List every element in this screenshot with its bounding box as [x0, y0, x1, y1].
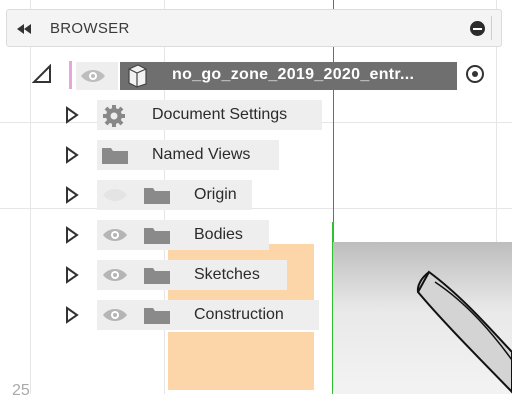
root-component-label: no_go_zone_2019_2020_entr... [172, 66, 415, 83]
eye-icon[interactable] [102, 307, 128, 323]
eye-icon[interactable] [102, 227, 128, 243]
tree-item-label: Sketches [194, 266, 260, 283]
tree-item-label: Named Views [152, 146, 251, 163]
tree-item-label: Origin [194, 186, 237, 203]
tree-item-label: Document Settings [152, 106, 288, 123]
browser-title: BROWSER [50, 20, 130, 37]
folder-icon [102, 148, 128, 164]
folder-icon [144, 188, 170, 204]
active-marker [69, 61, 72, 89]
sketch-profile-region [168, 332, 314, 390]
collapsed-triangle-icon[interactable] [65, 266, 79, 284]
double-chevron-left-icon[interactable] [17, 24, 31, 34]
tree-item-label: Bodies [194, 226, 243, 243]
collapsed-triangle-icon[interactable] [65, 306, 79, 324]
header-divider [491, 16, 492, 40]
folder-icon [144, 228, 170, 244]
model-viewport[interactable] [333, 242, 512, 394]
eye-icon[interactable] [102, 267, 128, 283]
tree-item-label: Construction [194, 306, 284, 323]
gear-icon [103, 105, 125, 127]
canvas-number-label: 25 [12, 382, 30, 399]
activate-radio-icon[interactable] [466, 65, 484, 83]
hidden-eye-icon[interactable] [102, 187, 128, 203]
component-icon [128, 64, 147, 88]
grid-line [0, 208, 512, 209]
folder-icon [144, 308, 170, 324]
collapsed-triangle-icon[interactable] [65, 146, 79, 164]
expanded-triangle-icon[interactable] [32, 64, 52, 84]
collapsed-triangle-icon[interactable] [65, 106, 79, 124]
eye-icon[interactable] [80, 68, 106, 84]
collapsed-triangle-icon[interactable] [65, 186, 79, 204]
folder-icon [144, 268, 170, 284]
collapsed-triangle-icon[interactable] [65, 226, 79, 244]
browser-panel-header: BROWSER [6, 9, 502, 47]
grid-line [30, 0, 31, 394]
model-body-shape [416, 270, 512, 394]
minus-circle-icon[interactable] [470, 21, 485, 36]
